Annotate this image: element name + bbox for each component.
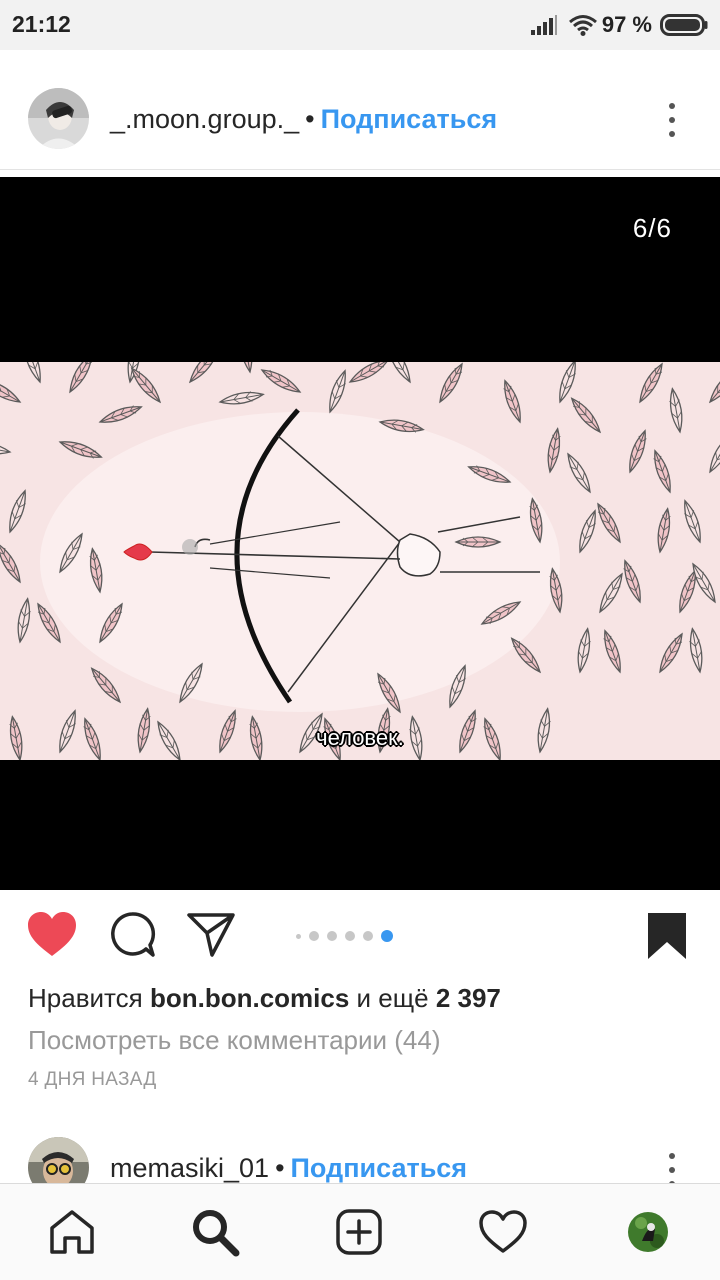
post-action-bar: [0, 905, 720, 967]
separator-dot: •: [305, 104, 315, 134]
new-post-icon[interactable]: [333, 1206, 385, 1258]
cupid-bow-illustration: [0, 362, 720, 760]
author-username[interactable]: _.moon.group._: [110, 104, 299, 134]
post-timestamp: 4 ДНЯ НАЗАД: [28, 1069, 157, 1090]
post-media[interactable]: 6/6 человек.: [0, 177, 720, 890]
home-icon[interactable]: [46, 1206, 98, 1258]
search-icon[interactable]: [189, 1206, 241, 1258]
share-icon[interactable]: [186, 911, 236, 964]
status-time: 21:12: [12, 11, 71, 37]
profile-avatar[interactable]: [622, 1206, 674, 1258]
status-icons: 97 %: [530, 10, 708, 40]
next-author-line: memasiki_01 • Подписаться: [110, 1153, 467, 1184]
next-post-options-icon[interactable]: [667, 1153, 677, 1187]
follow-button[interactable]: Подписаться: [321, 104, 498, 134]
status-bar: 21:12 97 %: [0, 0, 720, 50]
next-author-username[interactable]: memasiki_01: [110, 1153, 269, 1183]
likes-prefix: Нравится: [28, 983, 150, 1013]
activity-icon[interactable]: [477, 1206, 529, 1258]
likes-count[interactable]: 2 397: [436, 983, 501, 1013]
bookmark-icon[interactable]: [646, 911, 688, 966]
wifi-icon: [568, 14, 598, 36]
likes-summary: Нравится bon.bon.comics и ещё 2 397: [28, 983, 501, 1014]
next-follow-button[interactable]: Подписаться: [291, 1153, 468, 1183]
battery-percent: 97 %: [601, 12, 652, 37]
view-all-comments-link[interactable]: Посмотреть все комментарии (44): [28, 1025, 441, 1056]
carousel-dot: [327, 931, 337, 941]
carousel-dot-active: [381, 930, 393, 942]
likes-middle: и ещё: [349, 983, 436, 1013]
media-caption: человек.: [316, 725, 404, 750]
post-header: _.moon.group._ • Подписаться: [0, 70, 720, 170]
battery-icon: [660, 13, 708, 37]
bottom-navigation: [0, 1183, 720, 1280]
slide-counter: 6/6: [632, 213, 672, 243]
carousel-dot: [345, 931, 355, 941]
next-post-header: memasiki_01 • Подписаться: [0, 1120, 720, 1190]
author-line: _.moon.group._ • Подписаться: [110, 104, 497, 135]
carousel-dot: [309, 931, 319, 941]
liked-by-username[interactable]: bon.bon.comics: [150, 983, 349, 1013]
carousel-indicator: [296, 929, 393, 943]
like-heart-icon[interactable]: [26, 911, 78, 964]
author-avatar[interactable]: [28, 88, 89, 149]
carousel-dot: [296, 933, 301, 939]
signal-icon: [530, 14, 558, 36]
comment-icon[interactable]: [108, 911, 156, 964]
carousel-dot: [363, 931, 373, 941]
separator-dot: •: [275, 1153, 285, 1183]
post-options-icon[interactable]: [667, 103, 677, 137]
